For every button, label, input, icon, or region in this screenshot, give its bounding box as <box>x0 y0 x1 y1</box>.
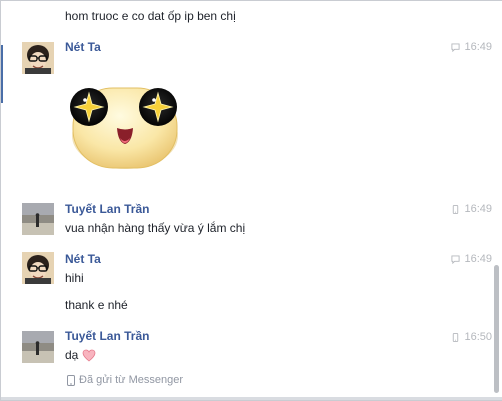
speech-bubble-icon <box>451 254 461 264</box>
speech-bubble-icon <box>451 42 461 52</box>
chat-panel: hom truoc e co dat ốp ip ben chị Nét Ta … <box>0 0 502 401</box>
avatar-net-ta[interactable] <box>22 42 54 74</box>
message-text: hihi <box>65 271 84 285</box>
sender-name[interactable]: Nét Ta <box>65 252 101 266</box>
heart-icon <box>82 349 96 362</box>
sender-name[interactable]: Nét Ta <box>65 40 101 54</box>
avatar-tuyet-lan-tran[interactable] <box>22 331 54 363</box>
time-label: 16:49 <box>464 203 492 215</box>
message-text: hom truoc e co dat ốp ip ben chị <box>65 9 236 23</box>
scrollbar-thumb[interactable] <box>494 265 499 393</box>
message-text-with-heart: dạ <box>65 348 96 362</box>
message-text: thank e nhé <box>65 298 128 312</box>
sent-via-messenger: Đã gửi từ Messenger <box>67 374 183 386</box>
avatar-net-ta[interactable] <box>22 252 54 284</box>
mobile-phone-icon <box>67 374 75 386</box>
time-label: 16:50 <box>464 331 492 343</box>
sender-name[interactable]: Tuyết Lan Trần <box>65 329 149 343</box>
mobile-phone-icon <box>453 332 459 342</box>
message-text: vua nhận hàng thấy vừa ý lắm chị <box>65 221 246 235</box>
message-time: 16:50 <box>451 331 492 343</box>
avatar-tuyet-lan-tran[interactable] <box>22 203 54 235</box>
panel-bottom-border <box>1 397 502 400</box>
sender-name[interactable]: Tuyết Lan Trần <box>65 202 149 216</box>
star-eyes-sticker <box>68 78 182 171</box>
message-time: 16:49 <box>451 41 492 53</box>
time-label: 16:49 <box>464 253 492 265</box>
time-label: 16:49 <box>464 41 492 53</box>
unread-indicator <box>1 45 3 103</box>
mobile-phone-icon <box>453 204 459 214</box>
message-text: dạ <box>65 348 79 362</box>
message-time: 16:49 <box>451 203 492 215</box>
sent-via-label: Đã gửi từ Messenger <box>79 374 183 386</box>
message-time: 16:49 <box>451 253 492 265</box>
